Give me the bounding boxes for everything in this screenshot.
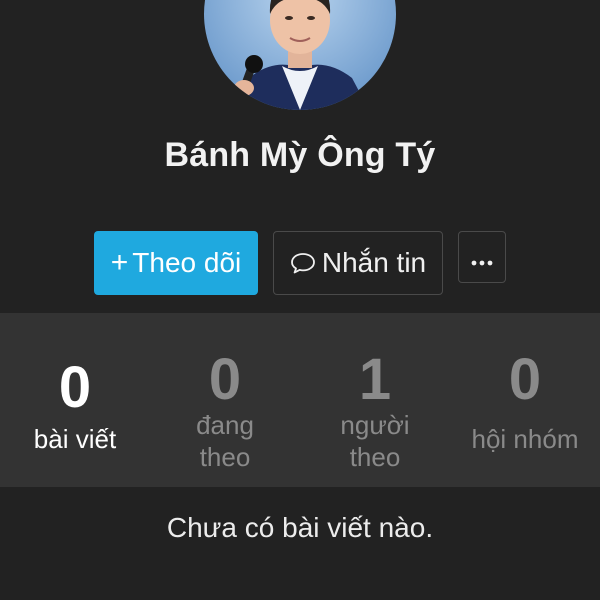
stat-label: hội nhóm bbox=[471, 424, 579, 454]
ellipsis-icon bbox=[470, 241, 494, 273]
follow-button[interactable]: + Theo dõi bbox=[94, 231, 258, 295]
stat-label: bài viết bbox=[33, 424, 117, 454]
stat-value: 1 bbox=[358, 347, 392, 412]
message-button-label: Nhắn tin bbox=[321, 247, 427, 278]
speech-bubble-icon bbox=[290, 251, 316, 275]
stat-label: người theo bbox=[340, 410, 410, 472]
stat-value: 0 bbox=[208, 347, 242, 412]
stat-value: 0 bbox=[58, 355, 92, 420]
stat-groups[interactable]: 0 hội nhóm bbox=[450, 313, 600, 487]
stat-posts[interactable]: 0 bài viết bbox=[0, 313, 150, 487]
empty-state-message: Chưa có bài viết nào. bbox=[166, 512, 434, 543]
stat-label: đang theo bbox=[196, 410, 254, 472]
message-button[interactable]: Nhắn tin bbox=[273, 231, 443, 295]
avatar[interactable] bbox=[204, 0, 396, 110]
stat-followers[interactable]: 1 người theo bbox=[300, 313, 450, 487]
profile-name: Bánh Mỳ Ông Tý bbox=[164, 136, 436, 174]
stats-bar: 0 bài viết 0 đang theo 1 người theo 0 hộ… bbox=[0, 313, 600, 487]
more-options-button[interactable] bbox=[458, 231, 506, 283]
follow-button-label: Theo dõi bbox=[132, 247, 242, 278]
profile-page: Bánh Mỳ Ông Tý + Theo dõi Nhắn tin 0 bài… bbox=[0, 0, 600, 600]
stat-following[interactable]: 0 đang theo bbox=[150, 313, 300, 487]
avatar-photo bbox=[204, 0, 396, 110]
stat-value: 0 bbox=[508, 347, 542, 412]
plus-icon: + bbox=[110, 246, 129, 279]
